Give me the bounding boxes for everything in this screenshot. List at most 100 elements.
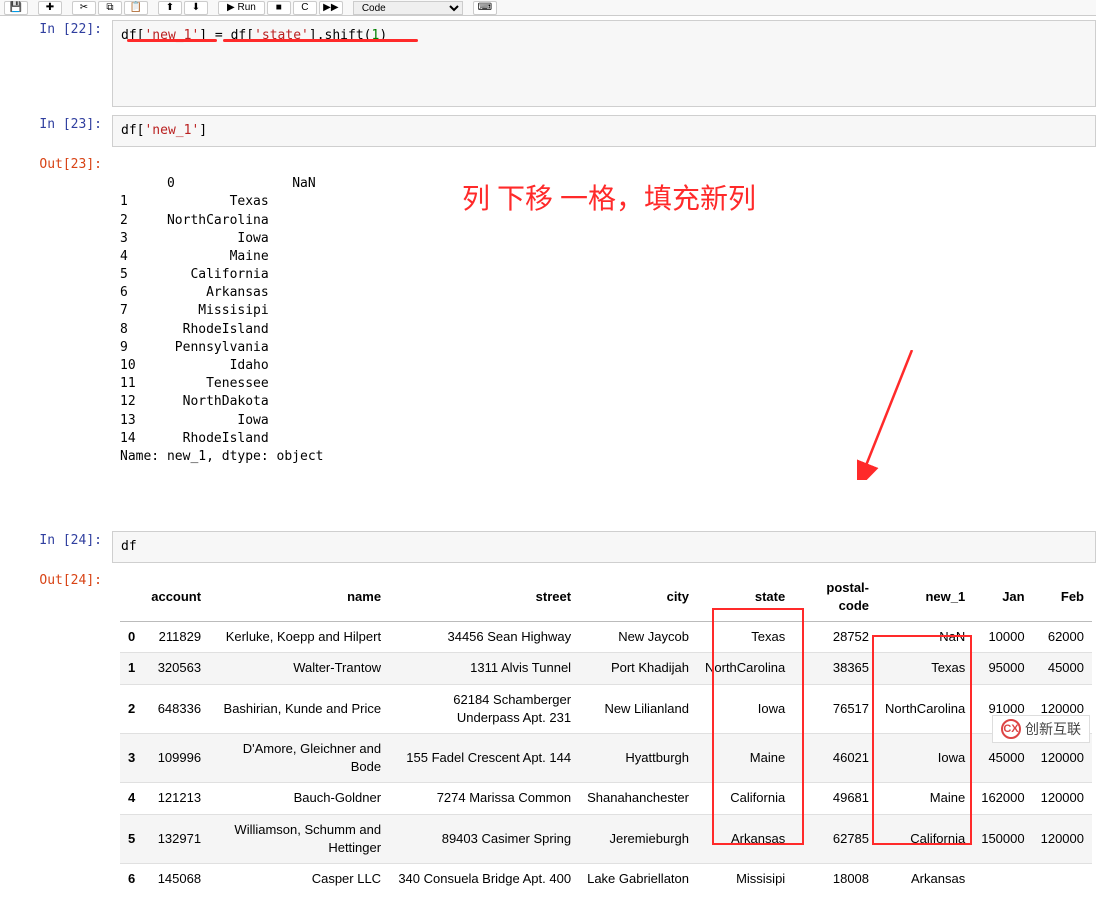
table-cell: 45000	[1033, 653, 1092, 684]
table-row: 5132971Williamson, Schumm and Hettinger8…	[120, 814, 1092, 863]
table-cell: 150000	[973, 814, 1032, 863]
input-prompt: In [22]:	[0, 20, 112, 107]
output-prompt: Out[24]:	[0, 571, 112, 896]
move-down-button[interactable]: ⬇	[184, 1, 208, 15]
table-cell: NaN	[877, 622, 973, 653]
move-up-button[interactable]: ⬆	[158, 1, 182, 15]
table-cell: Port Khadijah	[579, 653, 697, 684]
add-cell-button[interactable]: ✚	[38, 1, 62, 15]
annotation-underline	[127, 39, 217, 42]
table-cell: 211829	[143, 622, 209, 653]
table-cell: Iowa	[877, 734, 973, 783]
table-cell: 648336	[143, 684, 209, 733]
col-name: name	[209, 573, 389, 622]
annotation-text: 列 下移 一格，填充新列	[462, 180, 762, 219]
table-cell: Walter-Trantow	[209, 653, 389, 684]
table-row: 6145068Casper LLC340 Consuela Bridge Apt…	[120, 863, 1092, 894]
table-cell: 18008	[793, 863, 877, 894]
table-cell: 38365	[793, 653, 877, 684]
table-cell	[973, 863, 1032, 894]
col-postal: postal-code	[793, 573, 877, 622]
table-cell: 62785	[793, 814, 877, 863]
col-index	[120, 573, 143, 622]
run-button[interactable]: ▶ Run	[218, 1, 265, 15]
table-cell: Arkansas	[877, 863, 973, 894]
table-cell: 1311 Alvis Tunnel	[389, 653, 579, 684]
table-cell: 7274 Marissa Common	[389, 783, 579, 814]
restart-run-all-button[interactable]: ▶▶	[319, 1, 343, 15]
table-row: 4121213Bauch-Goldner7274 Marissa CommonS…	[120, 783, 1092, 814]
table-cell: Casper LLC	[209, 863, 389, 894]
paste-button[interactable]: 📋	[124, 1, 148, 15]
dataframe-table: account name street city state postal-co…	[120, 573, 1092, 894]
code-input[interactable]: df['new_1'] = df['state'].shift(1)	[112, 20, 1096, 107]
table-cell: Maine	[877, 783, 973, 814]
table-cell: 145068	[143, 863, 209, 894]
table-cell: 120000	[1033, 783, 1092, 814]
code-cell-22[interactable]: In [22]: df['new_1'] = df['state'].shift…	[0, 16, 1096, 111]
table-cell: Maine	[697, 734, 793, 783]
table-cell: Texas	[697, 622, 793, 653]
table-cell: Texas	[877, 653, 973, 684]
table-cell: 162000	[973, 783, 1032, 814]
table-cell: Shanahanchester	[579, 783, 697, 814]
table-cell: Arkansas	[697, 814, 793, 863]
table-cell: 49681	[793, 783, 877, 814]
output-cell-24: Out[24]: account name street city state …	[0, 567, 1096, 900]
col-city: city	[579, 573, 697, 622]
cell-type-select[interactable]: Code	[353, 1, 463, 15]
dataframe-output: account name street city state postal-co…	[112, 571, 1096, 896]
table-cell: Bashirian, Kunde and Price	[209, 684, 389, 733]
table-row: 3109996D'Amore, Gleichner and Bode155 Fa…	[120, 734, 1092, 783]
code-cell-24[interactable]: In [24]: df	[0, 527, 1096, 567]
col-jan: Jan	[973, 573, 1032, 622]
table-cell: 10000	[973, 622, 1032, 653]
table-cell: 120000	[1033, 814, 1092, 863]
text-output: 0 NaN 1 Texas 2 NorthCarolina 3 Iowa 4 M…	[112, 155, 1096, 523]
col-new1: new_1	[877, 573, 973, 622]
table-cell: 5	[120, 814, 143, 863]
table-cell: D'Amore, Gleichner and Bode	[209, 734, 389, 783]
copy-button[interactable]: ⧉	[98, 1, 122, 15]
col-account: account	[143, 573, 209, 622]
code-input[interactable]: df['new_1']	[112, 115, 1096, 147]
table-cell: 6	[120, 863, 143, 894]
table-cell: 3	[120, 734, 143, 783]
table-cell: 89403 Casimer Spring	[389, 814, 579, 863]
table-cell: 109996	[143, 734, 209, 783]
table-cell: Iowa	[697, 684, 793, 733]
interrupt-button[interactable]: ■	[267, 1, 291, 15]
table-cell: NorthCarolina	[697, 653, 793, 684]
annotation-underline	[223, 39, 418, 42]
watermark: CX 创新互联	[992, 715, 1090, 743]
table-cell: Hyattburgh	[579, 734, 697, 783]
code-cell-23[interactable]: In [23]: df['new_1']	[0, 111, 1096, 151]
output-cell-23: Out[23]: 0 NaN 1 Texas 2 NorthCarolina 3…	[0, 151, 1096, 527]
table-cell: 132971	[143, 814, 209, 863]
table-cell: New Lilianland	[579, 684, 697, 733]
table-cell: California	[877, 814, 973, 863]
input-prompt: In [23]:	[0, 115, 112, 147]
restart-button[interactable]: C	[293, 1, 317, 15]
cut-button[interactable]: ✂	[72, 1, 96, 15]
table-cell: 62184 Schamberger Underpass Apt. 231	[389, 684, 579, 733]
table-cell: 2	[120, 684, 143, 733]
col-street: street	[389, 573, 579, 622]
table-cell: 34456 Sean Highway	[389, 622, 579, 653]
table-cell: California	[697, 783, 793, 814]
col-state: state	[697, 573, 793, 622]
table-cell: 4	[120, 783, 143, 814]
command-palette-button[interactable]: ⌨	[473, 1, 497, 15]
table-cell: Lake Gabriellaton	[579, 863, 697, 894]
table-cell: 121213	[143, 783, 209, 814]
table-cell: 46021	[793, 734, 877, 783]
save-button[interactable]: 💾	[4, 1, 28, 15]
code-input[interactable]: df	[112, 531, 1096, 563]
table-cell: New Jaycob	[579, 622, 697, 653]
table-cell: NorthCarolina	[877, 684, 973, 733]
watermark-icon: CX	[1001, 719, 1021, 739]
table-cell: 62000	[1033, 622, 1092, 653]
table-cell: 1	[120, 653, 143, 684]
table-row: 2648336Bashirian, Kunde and Price62184 S…	[120, 684, 1092, 733]
table-cell: Kerluke, Koepp and Hilpert	[209, 622, 389, 653]
